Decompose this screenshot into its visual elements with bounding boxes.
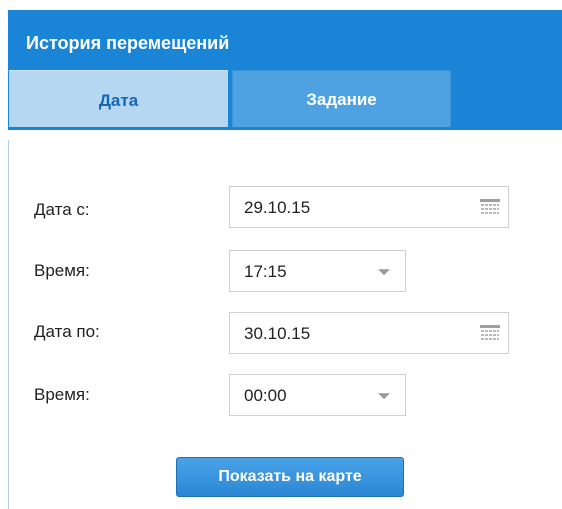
date-from-label: Дата с:	[34, 200, 90, 219]
panel-left-border	[8, 140, 9, 509]
time-to-select[interactable]: 00:00	[229, 374, 406, 416]
movement-history-panel: История перемещений Дата Задание Дата с:…	[8, 10, 562, 509]
date-from-input[interactable]: 29.10.15	[229, 186, 509, 228]
tab-strip-underline	[8, 127, 562, 130]
date-from-value: 29.10.15	[244, 198, 311, 217]
show-on-map-button[interactable]: Показать на карте	[176, 457, 404, 497]
time-from-select[interactable]: 17:15	[229, 250, 406, 292]
tab-task[interactable]: Задание	[232, 70, 451, 130]
calendar-icon[interactable]	[480, 325, 500, 341]
panel-title: История перемещений	[26, 33, 230, 53]
time-to-label: Время:	[34, 385, 90, 404]
date-to-value: 30.10.15	[244, 324, 311, 343]
tab-date[interactable]: Дата	[9, 70, 228, 130]
chevron-down-icon[interactable]	[378, 393, 390, 400]
date-to-label: Дата по:	[34, 322, 100, 341]
time-from-label: Время:	[34, 261, 90, 280]
date-to-input[interactable]: 30.10.15	[229, 312, 509, 354]
chevron-down-icon[interactable]	[378, 269, 390, 276]
calendar-icon[interactable]	[480, 199, 500, 215]
